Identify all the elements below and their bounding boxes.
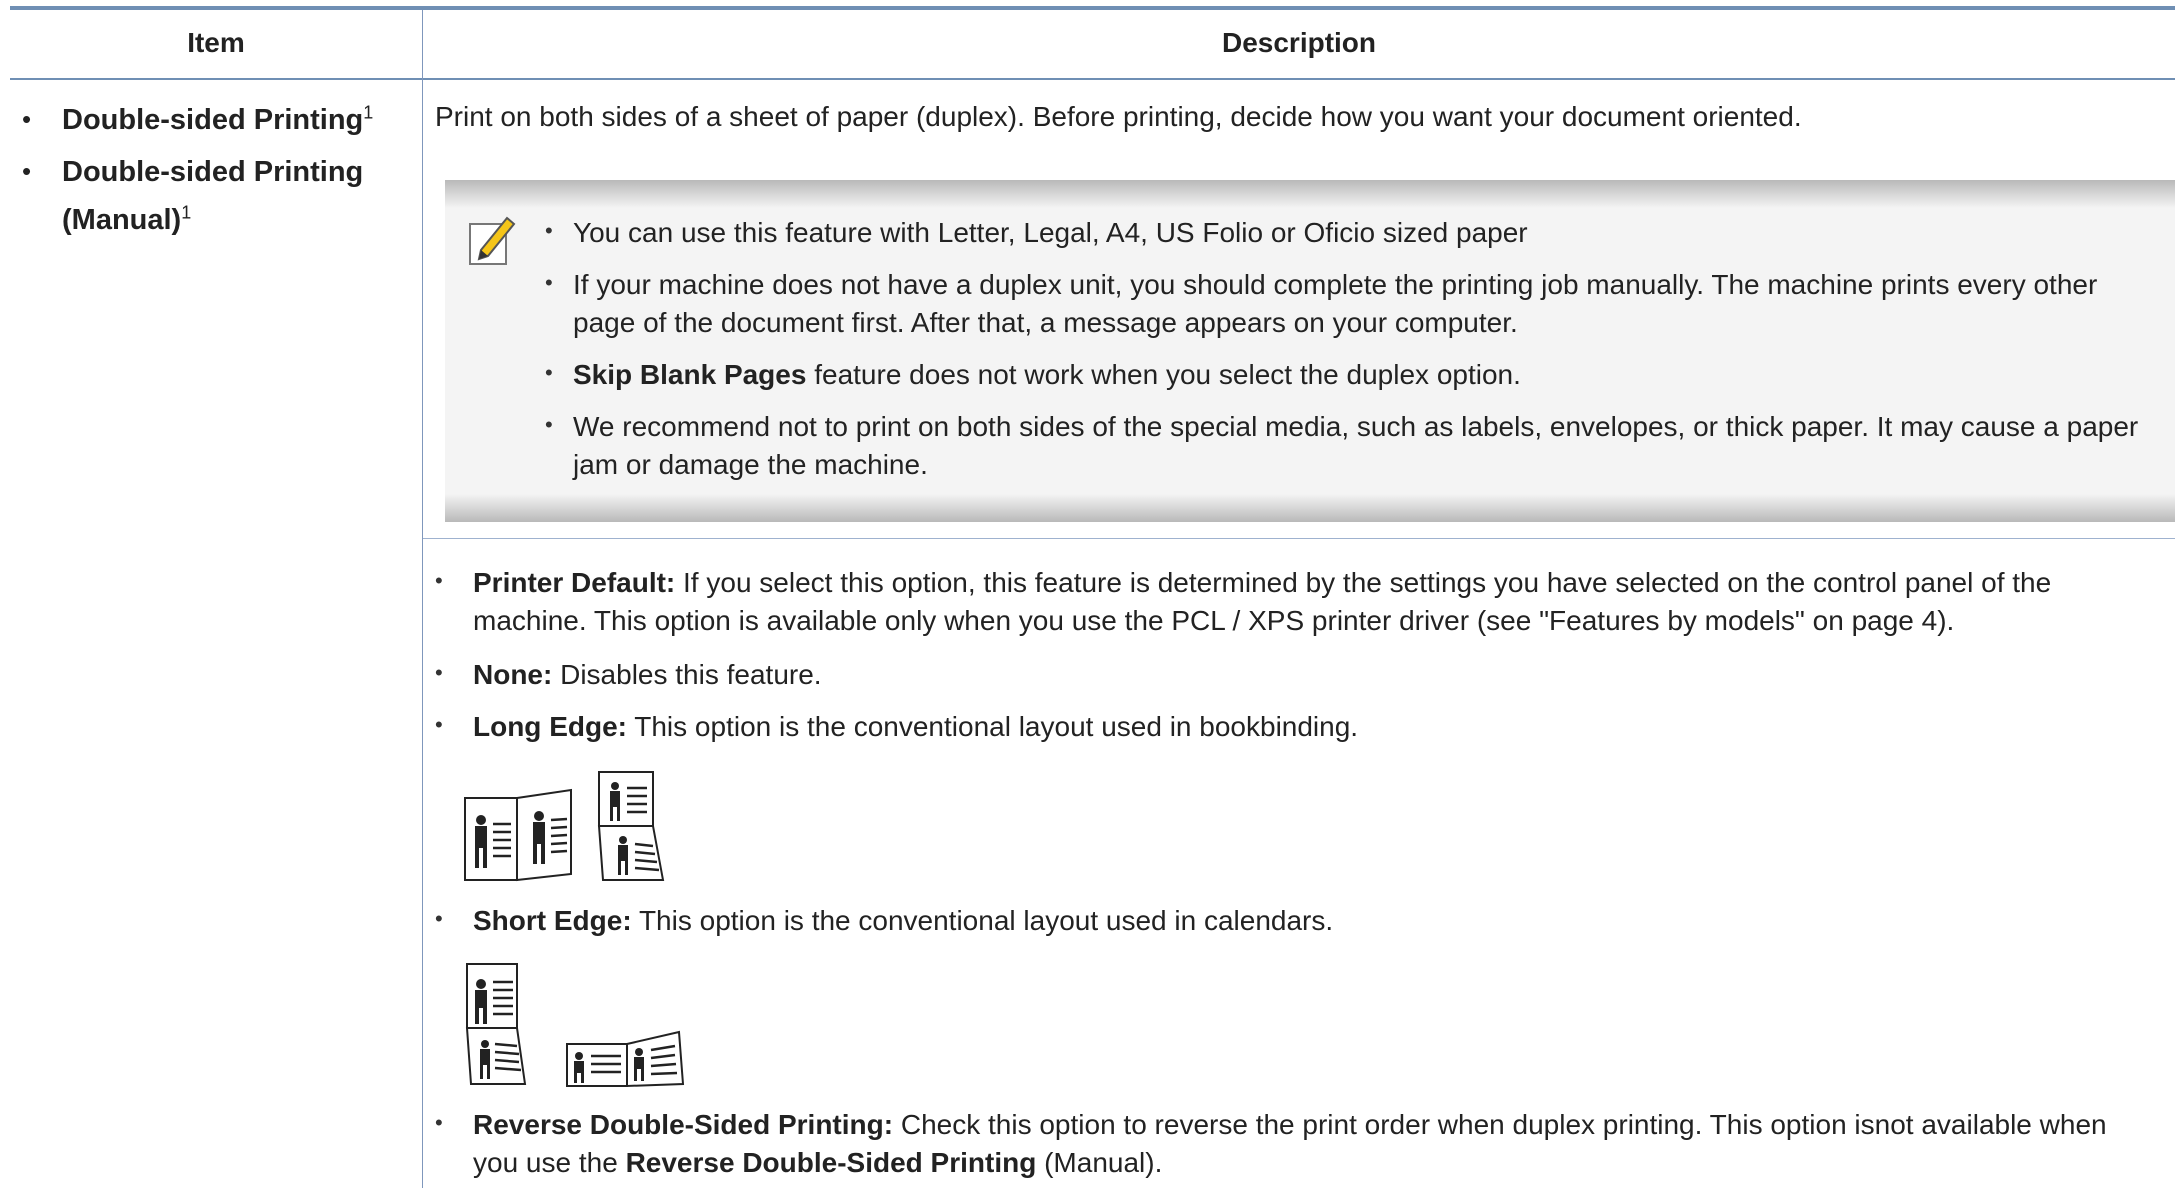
bullet: •: [435, 660, 443, 685]
note-bottom-shade: [445, 494, 2175, 522]
bullet: •: [435, 906, 443, 931]
item-double-sided: Double-sided Printing1: [62, 102, 374, 136]
option-reverse-l1: Reverse Double-Sided Printing: Check thi…: [473, 1109, 2107, 1140]
bullet: •: [545, 412, 553, 437]
note-item-paper-sizes: You can use this feature with Letter, Le…: [573, 217, 1528, 248]
note-item-skip-blank: Skip Blank Pages feature does not work w…: [573, 359, 1521, 390]
long-edge-binding-illustration: [464, 771, 665, 882]
table-header: Item Description: [10, 10, 2175, 80]
bullet: •: [22, 104, 32, 134]
option-reverse-l2: you use the Reverse Double-Sided Printin…: [473, 1147, 1163, 1178]
option-long-edge: Long Edge: This option is the convention…: [473, 711, 1359, 742]
intro-text: Print on both sides of a sheet of paper …: [435, 101, 1802, 132]
section-divider: [423, 538, 2175, 539]
bullet: •: [435, 712, 443, 737]
note-item-manual-l2: page of the document first. After that, …: [573, 307, 1518, 338]
bullet: •: [545, 360, 553, 385]
header-description: Description: [1221, 27, 1377, 58]
option-printer-default-l1: Printer Default: If you select this opti…: [473, 567, 2052, 598]
short-edge-binding-illustration: [465, 963, 685, 1088]
feature-table: Item Description • Double-sided Printing…: [10, 6, 2175, 1188]
option-printer-default-l2: machine. This option is available only w…: [473, 605, 1955, 636]
note-item-special-media-l2: jam or damage the machine.: [573, 449, 928, 480]
bullet: •: [435, 1110, 443, 1135]
bullet: •: [22, 156, 32, 186]
note-top-shade: [445, 180, 2175, 208]
bullet: •: [545, 218, 553, 243]
column-divider: [422, 10, 423, 1188]
note-item-manual-l1: If your machine does not have a duplex u…: [573, 269, 2098, 300]
note-pencil-icon: [469, 216, 516, 265]
option-short-edge: Short Edge: This option is the conventio…: [473, 905, 1334, 936]
note-item-special-media-l1: We recommend not to print on both sides …: [573, 411, 2139, 442]
item-double-sided-manual: Double-sided Printing (Manual)1: [62, 156, 364, 236]
bullet: •: [435, 568, 443, 593]
bullet: •: [545, 270, 553, 295]
header-item: Item: [187, 27, 245, 58]
option-none: None: Disables this feature.: [473, 659, 822, 690]
note-box: • You can use this feature with Letter, …: [445, 180, 2175, 522]
